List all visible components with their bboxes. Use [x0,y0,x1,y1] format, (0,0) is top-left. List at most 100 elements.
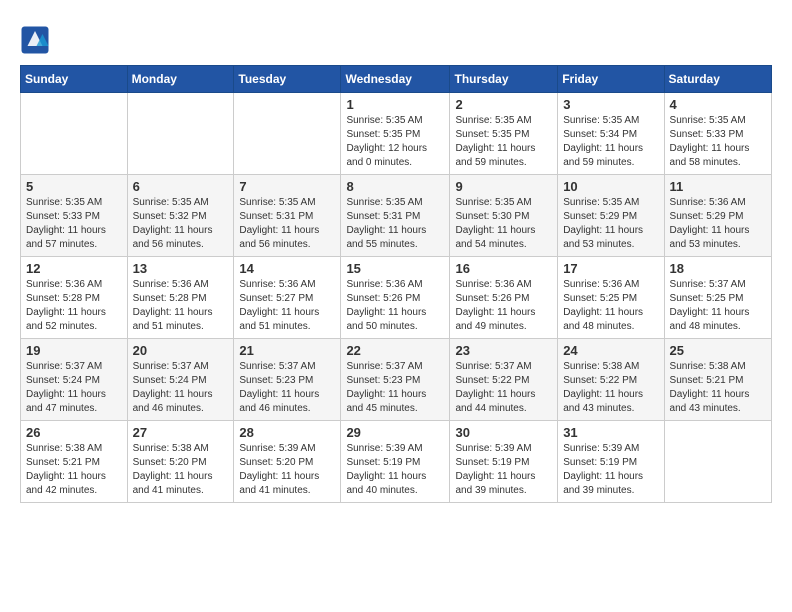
day-number: 29 [346,425,444,440]
day-cell: 21 Sunrise: 5:37 AM Sunset: 5:23 PM Dayli… [234,339,341,421]
day-number: 11 [670,179,766,194]
weekday-header-friday: Friday [558,66,664,93]
week-row-5: 26 Sunrise: 5:38 AM Sunset: 5:21 PM Dayli… [21,421,772,503]
day-number: 7 [239,179,335,194]
day-cell: 5Sunrise: 5:35 AM Sunset: 5:33 PM Daylig… [21,175,128,257]
day-number: 25 [670,343,766,358]
day-info: Sunrise: 5:39 AM Sunset: 5:20 PM Dayligh… [239,442,335,498]
day-number: 12 [26,261,122,276]
day-cell: 23 Sunrise: 5:37 AM Sunset: 5:22 PM Dayli… [450,339,558,421]
day-number: 13 [133,261,229,276]
week-row-4: 19 Sunrise: 5:37 AM Sunset: 5:24 PM Dayli… [21,339,772,421]
day-cell: 1 Sunrise: 5:35 AM Sunset: 5:35 PM Daylig… [341,93,450,175]
day-number: 15 [346,261,444,276]
day-info: Sunrise: 5:39 AM Sunset: 5:19 PM Dayligh… [563,442,658,498]
day-number: 16 [455,261,552,276]
weekday-header-sunday: Sunday [21,66,128,93]
day-number: 26 [26,425,122,440]
day-info: Sunrise: 5:36 AM Sunset: 5:28 PM Dayligh… [26,278,122,334]
day-number: 10 [563,179,658,194]
day-info: Sunrise: 5:36 AM Sunset: 5:28 PM Dayligh… [133,278,229,334]
day-cell: 19Sunrise: 5:37 AM Sunset: 5:24 PM Dayli… [21,339,128,421]
day-cell: 20 Sunrise: 5:37 AM Sunset: 5:24 PM Dayli… [127,339,234,421]
day-number: 30 [455,425,552,440]
weekday-header-wednesday: Wednesday [341,66,450,93]
day-info: Sunrise: 5:37 AM Sunset: 5:23 PM Dayligh… [239,360,335,416]
day-cell: 27Sunrise: 5:38 AM Sunset: 5:20 PM Dayli… [127,421,234,503]
day-number: 24 [563,343,658,358]
weekday-header-monday: Monday [127,66,234,93]
day-cell: 2Sunrise: 5:35 AM Sunset: 5:35 PM Daylig… [450,93,558,175]
day-info: Sunrise: 5:37 AM Sunset: 5:22 PM Dayligh… [455,360,552,416]
day-info: Sunrise: 5:38 AM Sunset: 5:21 PM Dayligh… [670,360,766,416]
week-row-1: 1 Sunrise: 5:35 AM Sunset: 5:35 PM Daylig… [21,93,772,175]
day-number: 9 [455,179,552,194]
day-cell: 8 Sunrise: 5:35 AM Sunset: 5:31 PM Daylig… [341,175,450,257]
day-cell: 28 Sunrise: 5:39 AM Sunset: 5:20 PM Dayli… [234,421,341,503]
day-number: 18 [670,261,766,276]
day-cell [21,93,128,175]
day-cell: 24 Sunrise: 5:38 AM Sunset: 5:22 PM Dayli… [558,339,664,421]
day-cell: 6 Sunrise: 5:35 AM Sunset: 5:32 PM Daylig… [127,175,234,257]
day-info: Sunrise: 5:35 AM Sunset: 5:31 PM Dayligh… [346,196,444,252]
day-number: 4 [670,97,766,112]
day-cell: 12 Sunrise: 5:36 AM Sunset: 5:28 PM Dayli… [21,257,128,339]
day-number: 1 [346,97,444,112]
weekday-header-saturday: Saturday [664,66,771,93]
day-number: 6 [133,179,229,194]
day-info: Sunrise: 5:37 AM Sunset: 5:24 PM Dayligh… [133,360,229,416]
day-info: Sunrise: 5:35 AM Sunset: 5:32 PM Dayligh… [133,196,229,252]
day-cell: 30 Sunrise: 5:39 AM Sunset: 5:19 PM Dayli… [450,421,558,503]
weekday-header-row: SundayMondayTuesdayWednesdayThursdayFrid… [21,66,772,93]
day-number: 14 [239,261,335,276]
day-cell: 18 Sunrise: 5:37 AM Sunset: 5:25 PM Dayli… [664,257,771,339]
day-cell: 14Sunrise: 5:36 AM Sunset: 5:27 PM Dayli… [234,257,341,339]
day-number: 23 [455,343,552,358]
day-info: Sunrise: 5:38 AM Sunset: 5:22 PM Dayligh… [563,360,658,416]
day-number: 22 [346,343,444,358]
day-info: Sunrise: 5:37 AM Sunset: 5:23 PM Dayligh… [346,360,444,416]
logo [20,25,55,55]
day-info: Sunrise: 5:37 AM Sunset: 5:25 PM Dayligh… [670,278,766,334]
day-info: Sunrise: 5:35 AM Sunset: 5:29 PM Dayligh… [563,196,658,252]
week-row-2: 5Sunrise: 5:35 AM Sunset: 5:33 PM Daylig… [21,175,772,257]
day-number: 28 [239,425,335,440]
day-cell [234,93,341,175]
day-cell [664,421,771,503]
day-info: Sunrise: 5:35 AM Sunset: 5:35 PM Dayligh… [455,114,552,170]
weekday-header-tuesday: Tuesday [234,66,341,93]
day-number: 17 [563,261,658,276]
day-info: Sunrise: 5:38 AM Sunset: 5:21 PM Dayligh… [26,442,122,498]
day-cell: 10 Sunrise: 5:35 AM Sunset: 5:29 PM Dayli… [558,175,664,257]
day-info: Sunrise: 5:38 AM Sunset: 5:20 PM Dayligh… [133,442,229,498]
day-info: Sunrise: 5:36 AM Sunset: 5:29 PM Dayligh… [670,196,766,252]
day-info: Sunrise: 5:39 AM Sunset: 5:19 PM Dayligh… [455,442,552,498]
day-number: 5 [26,179,122,194]
header [20,20,772,55]
calendar-table: SundayMondayTuesdayWednesdayThursdayFrid… [20,65,772,503]
day-cell: 15 Sunrise: 5:36 AM Sunset: 5:26 PM Dayli… [341,257,450,339]
day-info: Sunrise: 5:36 AM Sunset: 5:26 PM Dayligh… [455,278,552,334]
day-cell: 29Sunrise: 5:39 AM Sunset: 5:19 PM Dayli… [341,421,450,503]
day-number: 8 [346,179,444,194]
day-number: 3 [563,97,658,112]
day-cell: 4 Sunrise: 5:35 AM Sunset: 5:33 PM Daylig… [664,93,771,175]
day-cell: 22 Sunrise: 5:37 AM Sunset: 5:23 PM Dayli… [341,339,450,421]
day-number: 21 [239,343,335,358]
day-info: Sunrise: 5:36 AM Sunset: 5:26 PM Dayligh… [346,278,444,334]
day-number: 31 [563,425,658,440]
day-info: Sunrise: 5:36 AM Sunset: 5:25 PM Dayligh… [563,278,658,334]
day-info: Sunrise: 5:35 AM Sunset: 5:31 PM Dayligh… [239,196,335,252]
day-cell: 17 Sunrise: 5:36 AM Sunset: 5:25 PM Dayli… [558,257,664,339]
week-row-3: 12 Sunrise: 5:36 AM Sunset: 5:28 PM Dayli… [21,257,772,339]
day-number: 19 [26,343,122,358]
day-info: Sunrise: 5:35 AM Sunset: 5:30 PM Dayligh… [455,196,552,252]
day-info: Sunrise: 5:35 AM Sunset: 5:35 PM Dayligh… [346,114,444,170]
day-number: 20 [133,343,229,358]
day-cell: 25 Sunrise: 5:38 AM Sunset: 5:21 PM Dayli… [664,339,771,421]
day-info: Sunrise: 5:35 AM Sunset: 5:33 PM Dayligh… [670,114,766,170]
day-cell: 3Sunrise: 5:35 AM Sunset: 5:34 PM Daylig… [558,93,664,175]
day-cell: 16 Sunrise: 5:36 AM Sunset: 5:26 PM Dayli… [450,257,558,339]
day-cell: 13 Sunrise: 5:36 AM Sunset: 5:28 PM Dayli… [127,257,234,339]
day-cell [127,93,234,175]
